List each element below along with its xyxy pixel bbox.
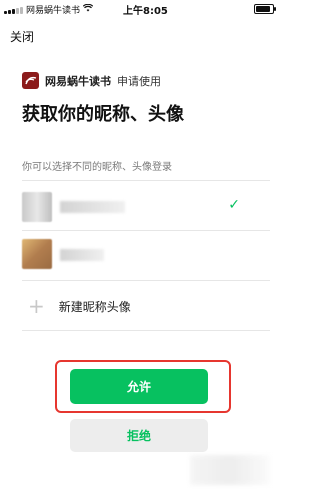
new-profile-label: 新建昵称头像 [58,299,131,314]
blurred-corner [190,455,270,485]
nickname-blurred [60,249,104,261]
status-bar: 网易蜗牛读书 上午8:05 [0,0,286,18]
status-left: 网易蜗牛读书 [4,3,94,16]
page-hint: 你可以选择不同的昵称、头像登录 [22,162,172,173]
carrier-name: 网易蜗牛读书 [26,6,81,16]
plus-icon: + [28,294,45,318]
new-profile-option[interactable]: + 新建昵称头像 [28,296,131,316]
check-icon: ✓ [228,197,240,213]
allow-button[interactable]: 允许 [70,369,208,404]
battery-level [256,6,271,12]
close-button[interactable]: 关闭 [10,28,34,45]
app-name: 网易蜗牛读书 [45,74,111,88]
divider [22,230,270,231]
divider [22,280,270,281]
status-time: 上午8:05 [123,6,168,17]
wifi-icon [82,3,94,15]
page-title: 获取你的昵称、头像 [22,104,184,125]
divider [22,330,270,331]
avatar [22,192,52,222]
account-option-2[interactable] [0,233,270,278]
apply-text: 申请使用 [117,74,161,88]
deny-button[interactable]: 拒绝 [70,419,208,452]
avatar [22,239,52,269]
account-option-1[interactable]: ✓ [0,185,270,230]
signal-icon [4,6,23,14]
app-logo-icon [22,72,39,89]
app-request-line: 网易蜗牛读书 申请使用 [22,72,161,89]
nickname-blurred [60,201,125,213]
battery-icon [254,4,276,14]
divider [22,180,270,181]
